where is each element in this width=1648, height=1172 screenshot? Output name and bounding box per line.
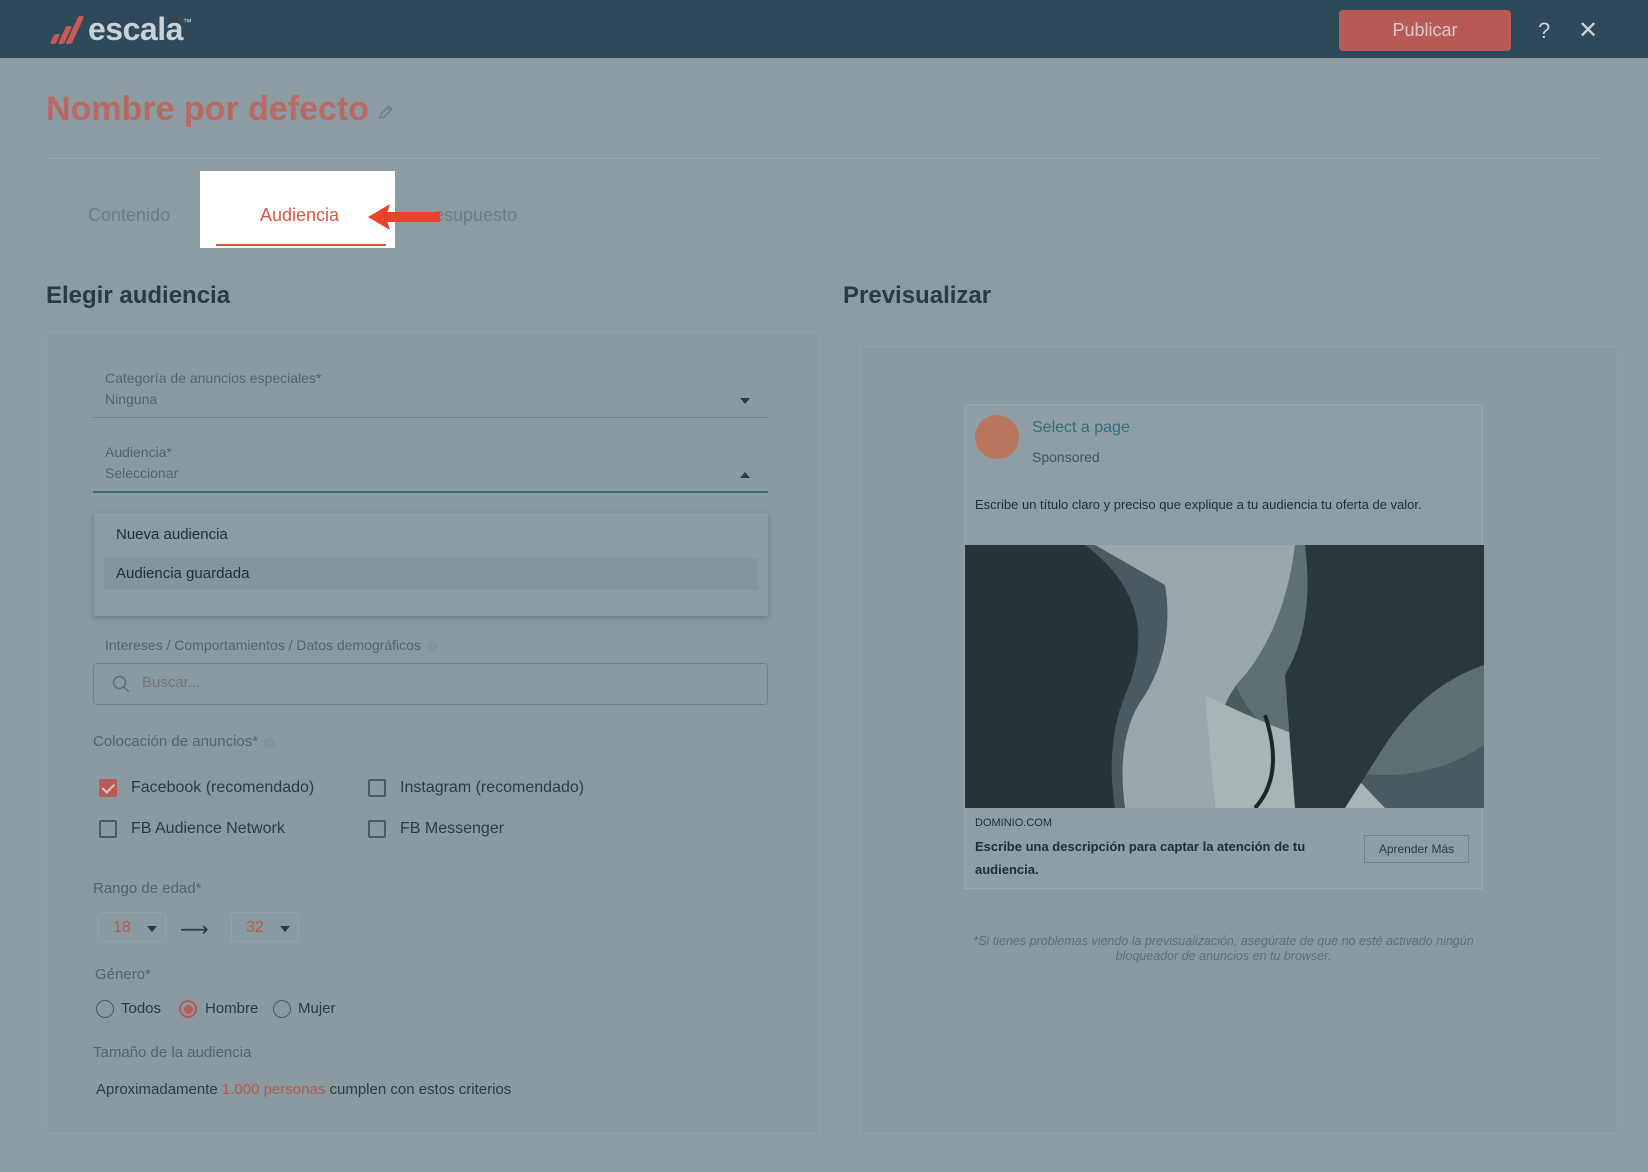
tab-audiencia[interactable]: Audiencia <box>260 205 339 226</box>
radio-hombre-label[interactable]: Hombre <box>205 1000 258 1017</box>
preview-note: *Si tienes problemas viendo la previsual… <box>973 934 1474 963</box>
checkbox-instagram-label[interactable]: Instagram (recomendado) <box>400 779 584 797</box>
chevron-down-icon[interactable] <box>740 398 750 404</box>
ad-domain: DOMINIO.COM <box>975 817 1052 829</box>
checkbox-fb-audience-network-label[interactable]: FB Audience Network <box>131 820 285 838</box>
age-range-label: Rango de edad* <box>93 880 202 897</box>
radio-todos[interactable] <box>96 1000 114 1018</box>
interests-label: Intereses / Comportamientos / Datos demo… <box>105 637 438 653</box>
pencil-edit-icon[interactable] <box>378 104 394 120</box>
age-min-value: 18 <box>113 919 131 936</box>
audience-select-underline <box>93 491 768 493</box>
sponsored-label: Sponsored <box>1032 449 1100 465</box>
chevron-down-icon <box>280 926 290 932</box>
logo-trademark: ™ <box>182 17 192 27</box>
audience-heading: Elegir audiencia <box>46 282 231 309</box>
top-bar: escala ™ Publicar ? ✕ <box>0 0 1648 58</box>
ad-image <box>965 545 1484 808</box>
chevron-down-icon <box>147 926 157 932</box>
special-category-value[interactable]: Ninguna <box>105 391 157 407</box>
checkbox-instagram[interactable] <box>368 779 386 797</box>
audience-size-text: Aproximadamente 1.000 personas cumplen c… <box>96 1081 512 1098</box>
audience-select-value[interactable]: Seleccionar <box>105 465 178 481</box>
audience-size-count: 1.000 personas <box>221 1081 326 1098</box>
special-category-underline <box>93 417 768 418</box>
chevron-up-icon[interactable] <box>740 472 750 478</box>
select-page-link[interactable]: Select a page <box>1032 419 1130 437</box>
placements-label: Colocación de anuncios* i <box>93 733 276 750</box>
special-category-label: Categoría de anuncios especiales* <box>105 370 322 386</box>
preview-heading: Previsualizar <box>843 282 992 309</box>
ad-description: Escribe una descripción para captar la a… <box>975 839 1306 877</box>
checkbox-facebook-label[interactable]: Facebook (recomendado) <box>131 779 314 797</box>
learn-more-button[interactable]: Aprender Más <box>1364 835 1469 863</box>
logo-text: escala <box>88 10 183 47</box>
checkbox-facebook[interactable] <box>99 779 117 797</box>
audience-dropdown-menu: Nueva audiencia Audiencia guardada <box>94 513 768 616</box>
tab-contenido[interactable]: Contenido <box>88 205 170 226</box>
logo-bars-icon <box>49 14 85 44</box>
ad-preview-card: Select a page Sponsored Escribe un títul… <box>964 404 1484 889</box>
radio-hombre[interactable] <box>179 1000 197 1018</box>
title-divider <box>46 158 1602 159</box>
interests-search-input[interactable] <box>142 674 742 691</box>
radio-mujer[interactable] <box>273 1000 291 1018</box>
info-icon[interactable]: i <box>264 736 276 748</box>
age-max-select[interactable]: 32 <box>231 912 299 942</box>
page-title: Nombre por defecto <box>46 90 370 128</box>
portrait-photo <box>965 545 1484 808</box>
radio-mujer-label[interactable]: Mujer <box>298 1000 336 1017</box>
publish-button[interactable]: Publicar <box>1339 10 1511 51</box>
age-min-select[interactable]: 18 <box>98 912 166 942</box>
checkbox-fb-messenger-label[interactable]: FB Messenger <box>400 820 504 838</box>
avatar <box>975 415 1019 459</box>
ad-title: Escribe un título claro y preciso que ex… <box>975 497 1422 512</box>
active-tab-underline <box>216 244 386 246</box>
age-range-arrow-icon: ⟶ <box>180 919 209 941</box>
help-icon[interactable]: ? <box>1538 18 1550 44</box>
pointer-arrow-icon <box>368 204 440 230</box>
dropdown-option-audiencia-guardada[interactable]: Audiencia guardada <box>104 558 758 590</box>
checkbox-fb-audience-network[interactable] <box>99 820 117 838</box>
tab-presupuesto[interactable]: esupuesto <box>434 205 517 226</box>
radio-todos-label[interactable]: Todos <box>121 1000 161 1017</box>
close-icon[interactable]: ✕ <box>1578 16 1598 45</box>
escala-logo[interactable]: escala ™ <box>49 10 192 47</box>
checkbox-fb-messenger[interactable] <box>368 820 386 838</box>
audience-size-label: Tamaño de la audiencia <box>93 1044 252 1061</box>
dropdown-option-nueva-audiencia[interactable]: Nueva audiencia <box>104 519 758 551</box>
age-max-value: 32 <box>246 919 264 936</box>
interests-search-box[interactable] <box>93 663 768 705</box>
audience-select-label: Audiencia* <box>105 444 172 460</box>
gender-label: Género* <box>95 966 151 983</box>
info-icon[interactable]: i <box>426 640 438 652</box>
search-icon <box>112 675 130 693</box>
